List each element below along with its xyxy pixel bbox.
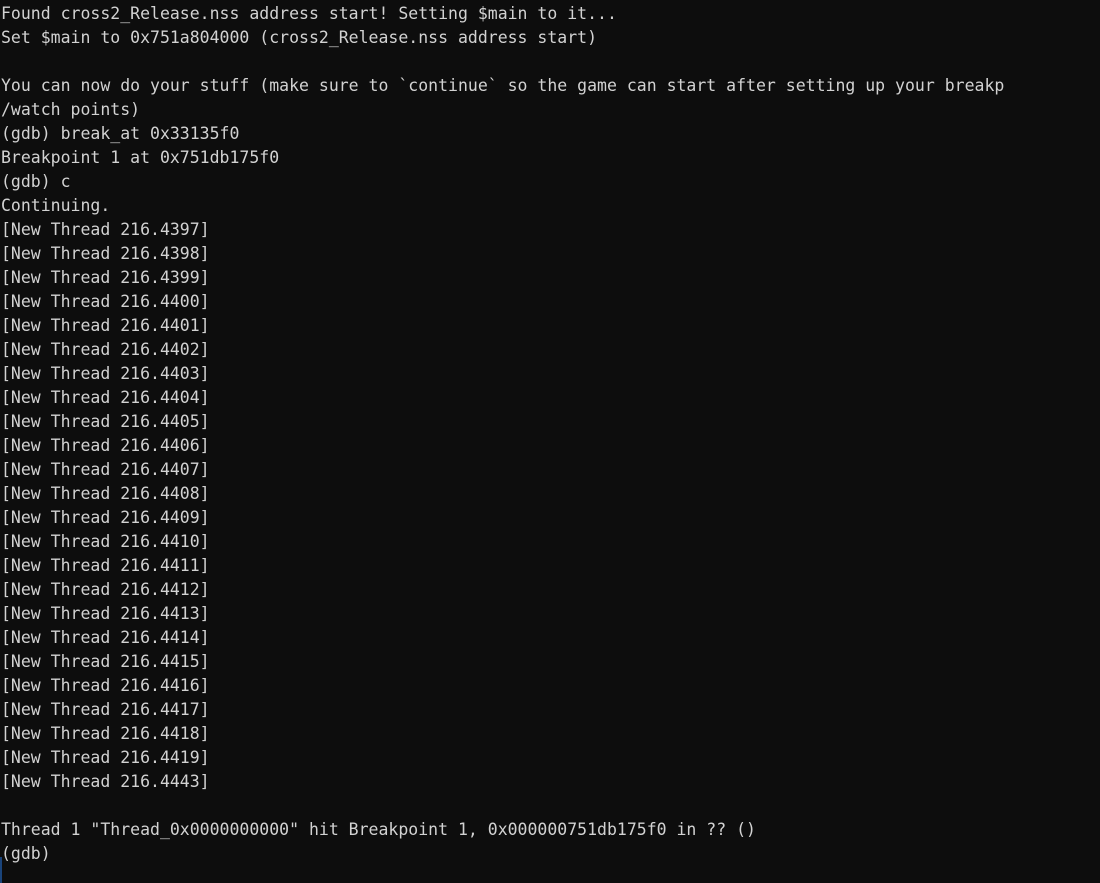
terminal-line: [New Thread 216.4407] bbox=[1, 460, 210, 479]
terminal-line: [New Thread 216.4411] bbox=[1, 556, 210, 575]
terminal-line: Thread 1 "Thread_0x0000000000" hit Break… bbox=[1, 820, 756, 839]
terminal-line: [New Thread 216.4419] bbox=[1, 748, 210, 767]
terminal-line: [New Thread 216.4398] bbox=[1, 244, 210, 263]
terminal-line: [New Thread 216.4400] bbox=[1, 292, 210, 311]
terminal-line: [New Thread 216.4403] bbox=[1, 364, 210, 383]
terminal-line: [New Thread 216.4409] bbox=[1, 508, 210, 527]
terminal-line: [New Thread 216.4416] bbox=[1, 676, 210, 695]
terminal-line: /watch points) bbox=[1, 100, 141, 119]
terminal-window[interactable]: Found cross2_Release.nss address start! … bbox=[0, 0, 1100, 883]
terminal-line: [New Thread 216.4399] bbox=[1, 268, 210, 287]
terminal-line: Breakpoint 1 at 0x751db175f0 bbox=[1, 148, 280, 167]
terminal-line: [New Thread 216.4404] bbox=[1, 388, 210, 407]
terminal-line: [New Thread 216.4414] bbox=[1, 628, 210, 647]
terminal-line: [New Thread 216.4410] bbox=[1, 532, 210, 551]
terminal-line: [New Thread 216.4402] bbox=[1, 340, 210, 359]
terminal-line: (gdb) break_at 0x33135f0 bbox=[1, 124, 240, 143]
terminal-line: [New Thread 216.4443] bbox=[1, 772, 210, 791]
terminal-line: [New Thread 216.4418] bbox=[1, 724, 210, 743]
terminal-line: [New Thread 216.4397] bbox=[1, 220, 210, 239]
terminal-output[interactable]: Found cross2_Release.nss address start! … bbox=[0, 0, 1100, 866]
terminal-line: [New Thread 216.4401] bbox=[1, 316, 210, 335]
terminal-line: Set $main to 0x751a804000 (cross2_Releas… bbox=[1, 28, 598, 47]
terminal-line: [New Thread 216.4415] bbox=[1, 652, 210, 671]
terminal-edge-accent bbox=[0, 857, 2, 883]
terminal-line: (gdb) bbox=[1, 844, 51, 863]
terminal-line: You can now do your stuff (make sure to … bbox=[1, 76, 1005, 95]
terminal-line: [New Thread 216.4417] bbox=[1, 700, 210, 719]
terminal-line: [New Thread 216.4413] bbox=[1, 604, 210, 623]
terminal-line: [New Thread 216.4406] bbox=[1, 436, 210, 455]
terminal-line: (gdb) c bbox=[1, 172, 71, 191]
terminal-line: Found cross2_Release.nss address start! … bbox=[1, 4, 617, 23]
terminal-line: [New Thread 216.4408] bbox=[1, 484, 210, 503]
terminal-line: [New Thread 216.4405] bbox=[1, 412, 210, 431]
terminal-line: Continuing. bbox=[1, 196, 111, 215]
terminal-line: [New Thread 216.4412] bbox=[1, 580, 210, 599]
